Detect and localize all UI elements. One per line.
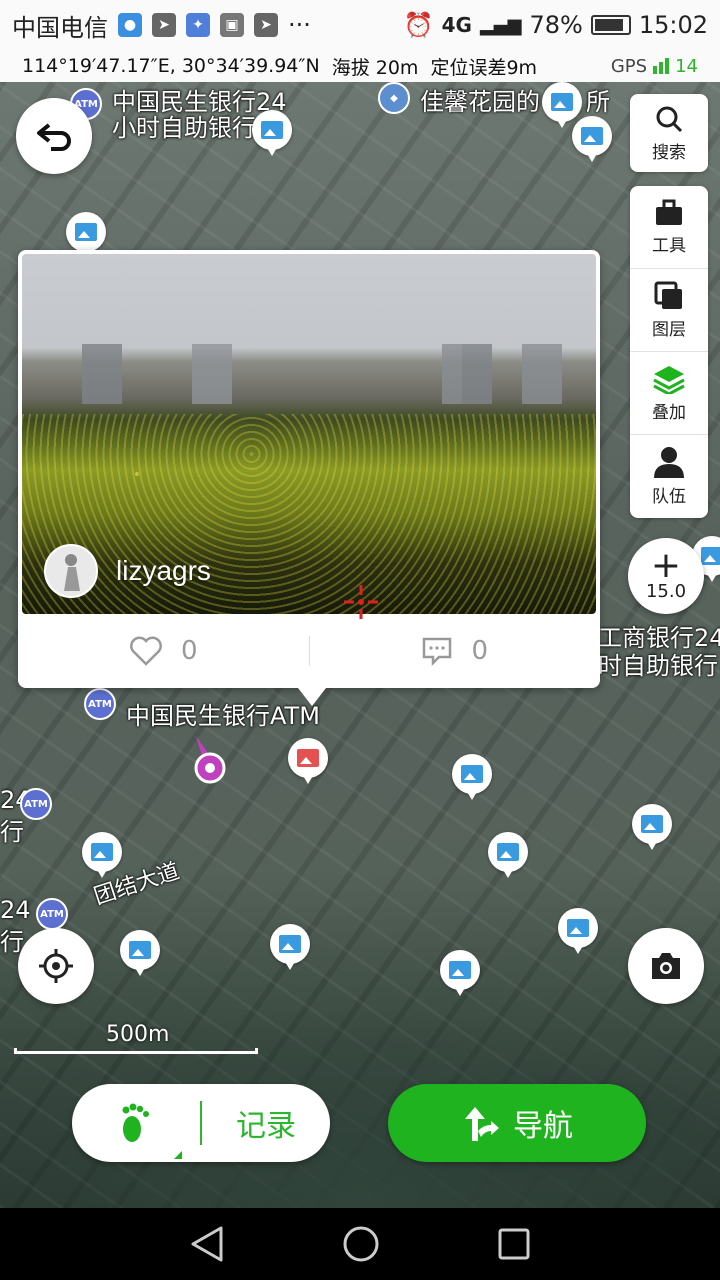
comment-button[interactable]: 0: [310, 636, 601, 666]
photo-marker[interactable]: [440, 950, 480, 998]
carrier-label: 中国电信: [12, 13, 108, 42]
layers-icon: [654, 281, 682, 309]
altitude: 海拔 20m: [331, 56, 419, 79]
photo-popup[interactable]: lizyagrs 0 0: [18, 250, 600, 706]
map-label-left-24b: 24: [0, 896, 31, 924]
target-icon: [39, 949, 73, 983]
like-button[interactable]: 0: [18, 636, 309, 666]
battery-icon: [590, 15, 631, 35]
popup-actions: 0 0: [18, 614, 600, 688]
back-arrow-icon: [37, 123, 71, 151]
corner-indicator-icon: [174, 1151, 182, 1159]
alarm-icon: ⏰: [403, 11, 434, 39]
camera-icon: [652, 953, 680, 979]
map-label-garden: 佳馨花园的: [420, 88, 540, 116]
satellite-count: 14: [675, 55, 698, 77]
gps-status: GPS 14: [611, 56, 698, 77]
back-triangle-icon[interactable]: [189, 1225, 225, 1263]
photo-marker-selected[interactable]: [288, 738, 328, 786]
accuracy: 定位误差9m: [430, 56, 538, 79]
photo-marker[interactable]: [452, 754, 492, 802]
location-app-icon: ●: [118, 13, 142, 37]
tools-label: 工具: [652, 235, 686, 256]
map-label-garden-2: 所: [586, 88, 610, 116]
record-button[interactable]: 记录: [72, 1084, 330, 1162]
comment-icon: [423, 637, 452, 666]
footprint-icon-wrap: [72, 1101, 200, 1159]
username: lizyagrs: [116, 555, 211, 586]
home-circle-icon[interactable]: [342, 1225, 380, 1263]
record-label: 记录: [236, 1109, 296, 1144]
photo-marker[interactable]: [542, 82, 582, 130]
like-count: 0: [180, 636, 198, 666]
navigate-label: 导航: [513, 1109, 573, 1144]
system-navigation-bar: [0, 1208, 720, 1280]
gps-label: GPS: [610, 55, 648, 77]
zoom-level: 15.0: [645, 580, 687, 602]
current-location-marker: [192, 734, 232, 784]
search-button[interactable]: 搜索: [630, 94, 708, 172]
avatar: [44, 544, 98, 598]
map-scale: 500m: [14, 1020, 258, 1056]
navigate-button[interactable]: 导航: [388, 1084, 646, 1162]
layers-button[interactable]: 图层: [630, 269, 708, 352]
atm-marker[interactable]: ATM: [20, 788, 52, 824]
tools-button[interactable]: 工具: [630, 186, 708, 269]
pin-app-icon: ✦: [186, 13, 210, 37]
tools-panel: 工具 图层 叠加 队伍: [630, 186, 708, 518]
coordinate-bar: 114°19′47.17″E, 30°34′39.94″N 海拔 20m 定位误…: [0, 50, 720, 82]
scale-bar: [14, 1048, 258, 1054]
camera-button[interactable]: [628, 928, 704, 1004]
comment-count: 0: [471, 636, 489, 666]
photo-marker[interactable]: [558, 908, 598, 956]
atm-marker[interactable]: ATM: [84, 688, 116, 724]
rapeseed-field-photo[interactable]: lizyagrs: [22, 254, 596, 614]
map-label-minsheng-atm: 中国民生银行ATM: [126, 702, 320, 730]
search-label: 搜索: [652, 142, 686, 163]
photo-marker[interactable]: [488, 832, 528, 880]
map-label-icbc-2: 时自助银行: [598, 652, 718, 680]
navigation-arrow-icon: [465, 1107, 499, 1141]
team-label: 队伍: [652, 487, 686, 507]
more-notifications: ···: [288, 11, 311, 39]
gps-signal-icon: [653, 58, 670, 74]
photo-author[interactable]: lizyagrs: [44, 544, 211, 598]
gallery-app-icon: ▣: [220, 13, 244, 37]
back-button[interactable]: [16, 98, 92, 174]
crosshair-icon: [344, 585, 378, 619]
map-label-bank-top-2: 小时自助银行: [112, 114, 256, 142]
overlay-label: 叠加: [652, 402, 686, 423]
plus-icon: +: [650, 544, 682, 586]
recent-apps-icon[interactable]: [497, 1227, 531, 1261]
scale-label: 500m: [106, 1022, 170, 1047]
overlay-button[interactable]: 叠加: [630, 352, 708, 435]
clock: 15:02: [638, 11, 708, 39]
toolbox-icon: [656, 199, 682, 225]
navigation-app-icon: ➤: [152, 13, 176, 37]
locate-me-button[interactable]: [18, 928, 94, 1004]
photo-marker[interactable]: [120, 930, 160, 978]
zoom-button[interactable]: + 15.0: [628, 538, 704, 614]
direction-app-icon: ➤: [254, 13, 278, 37]
place-marker[interactable]: ◆: [378, 82, 410, 118]
stack-icon: [653, 365, 685, 394]
layers-label: 图层: [652, 319, 686, 340]
footprint-icon: [122, 1103, 149, 1142]
photo-marker[interactable]: [632, 804, 672, 852]
network-type: 4G: [441, 13, 472, 37]
battery-percent: 78%: [529, 11, 583, 39]
person-icon: [654, 447, 684, 478]
team-button[interactable]: 队伍: [630, 435, 708, 518]
photo-marker[interactable]: [252, 110, 292, 158]
photo-marker[interactable]: [270, 924, 310, 972]
search-icon: [656, 106, 683, 132]
status-bar: 中国电信 ● ➤ ✦ ▣ ➤ ··· ⏰ 4G ▂▄▆ 78% 15:02: [0, 0, 720, 50]
photo-marker[interactable]: [82, 832, 122, 880]
coordinates: 114°19′47.17″E, 30°34′39.94″N: [22, 55, 320, 77]
photo-buildings: [22, 344, 596, 404]
heart-icon: [130, 636, 162, 666]
signal-icon: ▂▄▆: [479, 14, 522, 36]
